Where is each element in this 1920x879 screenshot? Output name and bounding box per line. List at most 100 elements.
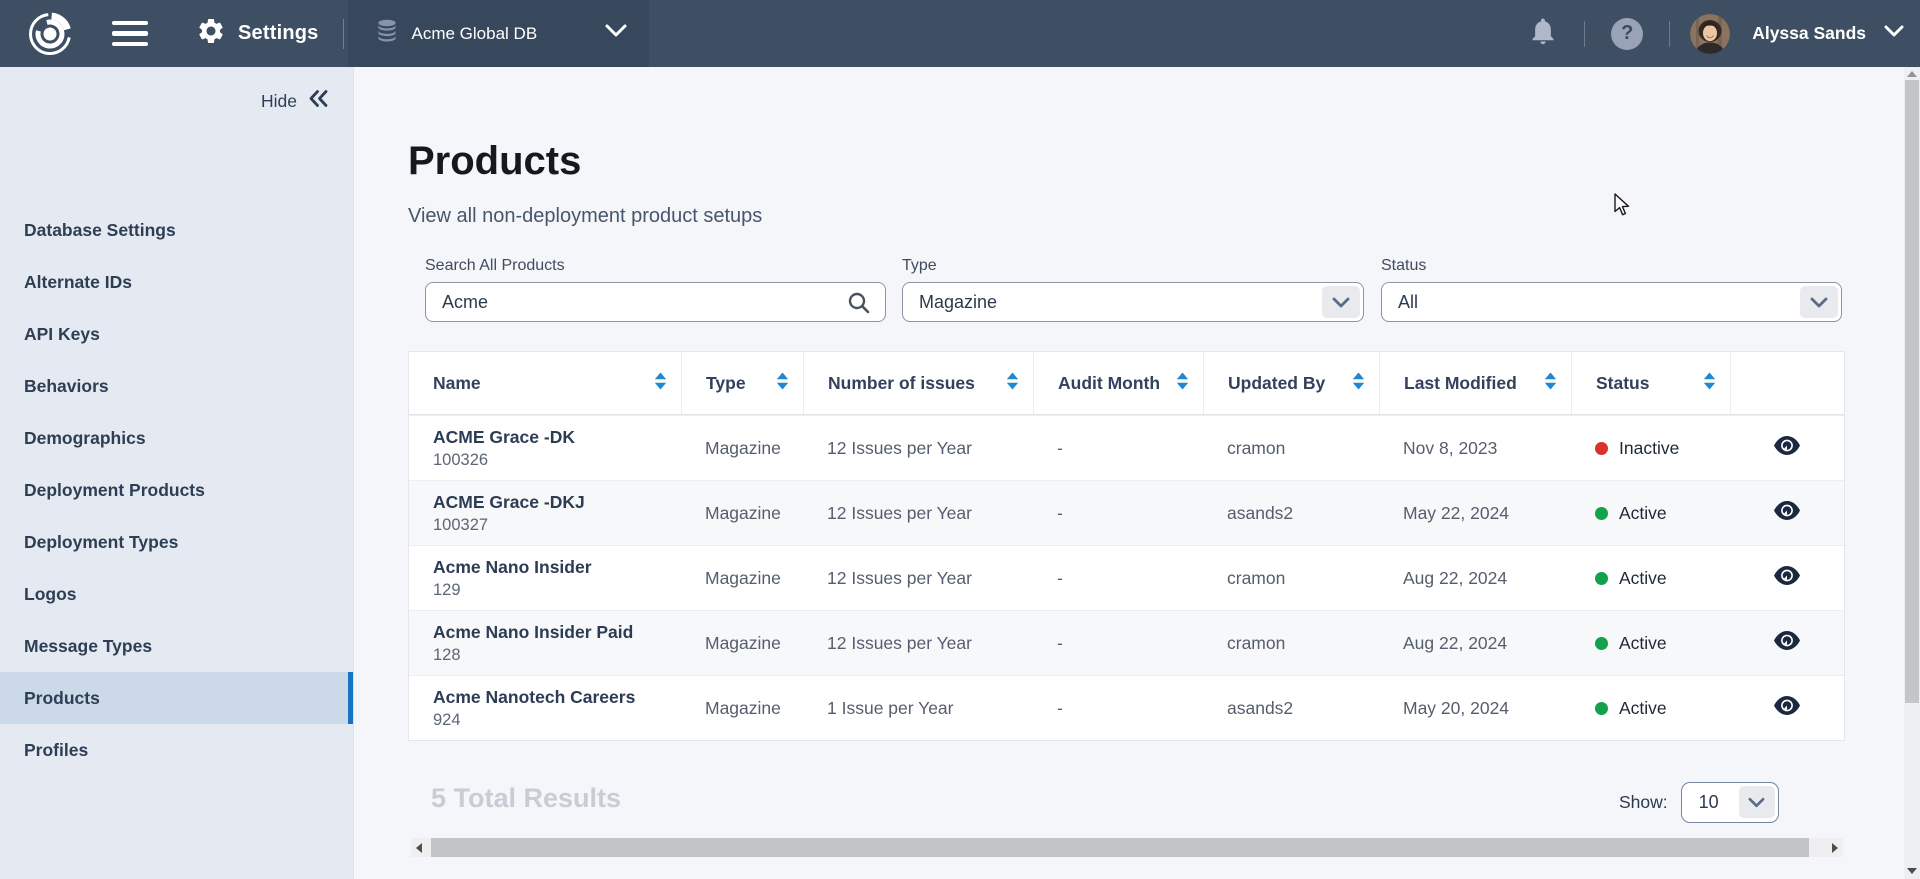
sidebar-item-demographics[interactable]: Demographics bbox=[0, 412, 353, 464]
column-header-type[interactable]: Type bbox=[681, 352, 803, 414]
hide-sidebar-button[interactable]: Hide bbox=[261, 89, 329, 113]
menu-icon[interactable] bbox=[112, 21, 148, 47]
search-icon[interactable] bbox=[846, 290, 872, 321]
database-selector[interactable]: Acme Global DB bbox=[348, 0, 650, 67]
topbar: Settings Acme Global DB ? bbox=[0, 0, 1920, 67]
products-table: NameTypeNumber of issues Audit Month Updat… bbox=[408, 351, 1845, 741]
scroll-down-icon[interactable] bbox=[1907, 868, 1917, 874]
table-header: NameTypeNumber of issues Audit Month Updat… bbox=[409, 352, 1844, 415]
cell-number-of-issues: 1 Issue per Year bbox=[803, 698, 1033, 719]
sidebar-item-behaviors[interactable]: Behaviors bbox=[0, 360, 353, 412]
cell-number-of-issues: 12 Issues per Year bbox=[803, 633, 1033, 654]
chevron-down-icon[interactable] bbox=[1800, 286, 1838, 318]
page-title: Products bbox=[408, 139, 581, 184]
table-row-acme-grace-dkj[interactable]: ACME Grace -DKJ100327Magazine12 Issues p… bbox=[409, 480, 1844, 545]
sidebar-item-database-settings[interactable]: Database Settings bbox=[0, 204, 353, 256]
vertical-scrollbar-thumb[interactable] bbox=[1905, 80, 1919, 703]
sidebar-item-profiles[interactable]: Profiles bbox=[0, 724, 353, 776]
status-text: Active bbox=[1619, 698, 1667, 719]
view-details-eye-icon[interactable] bbox=[1774, 566, 1800, 590]
product-id: 129 bbox=[433, 581, 681, 600]
table-row-acme-nano-insider-paid[interactable]: Acme Nano Insider Paid128Magazine12 Issu… bbox=[409, 610, 1844, 675]
cell-number-of-issues: 12 Issues per Year bbox=[803, 568, 1033, 589]
view-product-button[interactable] bbox=[1730, 566, 1844, 590]
page-subtitle: View all non-deployment product setups bbox=[408, 205, 762, 228]
product-id: 924 bbox=[433, 711, 681, 730]
show-label: Show: bbox=[1619, 792, 1668, 813]
chevron-down-icon[interactable] bbox=[1739, 786, 1775, 818]
horizontal-scrollbar-thumb[interactable] bbox=[431, 838, 1809, 857]
cell-status: Inactive bbox=[1571, 438, 1730, 459]
horizontal-scrollbar[interactable] bbox=[411, 838, 1843, 857]
column-label: Updated By bbox=[1228, 373, 1325, 394]
scroll-up-icon[interactable] bbox=[1907, 71, 1917, 77]
cell-type: Magazine bbox=[681, 503, 803, 524]
scroll-left-icon[interactable] bbox=[411, 838, 427, 857]
chevron-down-icon[interactable] bbox=[1322, 286, 1360, 318]
view-details-eye-icon[interactable] bbox=[1774, 631, 1800, 655]
table-row-acme-nano-insider[interactable]: Acme Nano Insider129Magazine12 Issues pe… bbox=[409, 545, 1844, 610]
sidebar-item-logos[interactable]: Logos bbox=[0, 568, 353, 620]
sidebar-item-message-types[interactable]: Message Types bbox=[0, 620, 353, 672]
help-icon[interactable]: ? bbox=[1611, 18, 1643, 50]
sort-icon[interactable] bbox=[1006, 372, 1019, 395]
sort-icon[interactable] bbox=[1544, 372, 1557, 395]
column-header-number-of-issues[interactable]: Number of issues bbox=[803, 352, 1033, 414]
status-text: Active bbox=[1619, 568, 1667, 589]
column-label: Last Modified bbox=[1404, 373, 1517, 394]
sort-icon[interactable] bbox=[776, 372, 789, 395]
column-label: Audit Month bbox=[1058, 373, 1160, 394]
sort-icon[interactable] bbox=[654, 372, 667, 395]
cell-audit-month: - bbox=[1033, 438, 1203, 459]
view-product-button[interactable] bbox=[1730, 696, 1844, 720]
sidebar-item-alternate-ids[interactable]: Alternate IDs bbox=[0, 256, 353, 308]
vertical-scrollbar[interactable] bbox=[1904, 67, 1920, 879]
status-dot bbox=[1595, 507, 1608, 520]
table-row-acme-nanotech-careers[interactable]: Acme Nanotech Careers924Magazine1 Issue … bbox=[409, 675, 1844, 740]
sidebar-item-deployment-products[interactable]: Deployment Products bbox=[0, 464, 353, 516]
view-details-eye-icon[interactable] bbox=[1774, 436, 1800, 460]
double-chevron-left-icon bbox=[307, 89, 329, 113]
product-id: 128 bbox=[433, 646, 681, 665]
product-name: Acme Nano Insider Paid bbox=[433, 622, 681, 643]
cell-status: Active bbox=[1571, 568, 1730, 589]
avatar[interactable] bbox=[1690, 14, 1730, 54]
sort-icon[interactable] bbox=[1352, 372, 1365, 395]
divider bbox=[343, 19, 344, 49]
cell-type: Magazine bbox=[681, 438, 803, 459]
type-select[interactable]: Magazine bbox=[902, 282, 1364, 322]
sort-icon[interactable] bbox=[1176, 372, 1189, 395]
product-name: ACME Grace -DKJ bbox=[433, 492, 681, 513]
sort-icon[interactable] bbox=[1703, 372, 1716, 395]
status-select[interactable]: All bbox=[1381, 282, 1842, 322]
column-header-audit-month[interactable]: Audit Month bbox=[1033, 352, 1203, 414]
view-details-eye-icon[interactable] bbox=[1774, 696, 1800, 720]
chevron-down-icon[interactable] bbox=[1884, 25, 1904, 43]
database-icon bbox=[374, 18, 400, 49]
cell-status: Active bbox=[1571, 698, 1730, 719]
table-row-acme-grace-dk[interactable]: ACME Grace -DK100326Magazine12 Issues pe… bbox=[409, 415, 1844, 480]
view-product-button[interactable] bbox=[1730, 631, 1844, 655]
sidebar: Hide Database SettingsAlternate IDsAPI K… bbox=[0, 67, 354, 879]
sidebar-item-api-keys[interactable]: API Keys bbox=[0, 308, 353, 360]
main-content: Products View all non-deployment product… bbox=[354, 67, 1904, 879]
view-details-eye-icon[interactable] bbox=[1774, 501, 1800, 525]
column-header-status[interactable]: Status bbox=[1571, 352, 1730, 414]
sidebar-item-products[interactable]: Products bbox=[0, 672, 353, 724]
page-size-select[interactable]: 10 bbox=[1681, 782, 1779, 823]
sidebar-item-deployment-types[interactable]: Deployment Types bbox=[0, 516, 353, 568]
cell-audit-month: - bbox=[1033, 633, 1203, 654]
status-dot bbox=[1595, 637, 1608, 650]
cell-number-of-issues: 12 Issues per Year bbox=[803, 503, 1033, 524]
app-section-title: Settings bbox=[238, 22, 319, 45]
search-input[interactable] bbox=[426, 292, 885, 313]
view-product-button[interactable] bbox=[1730, 436, 1844, 460]
column-header-last-modified[interactable]: Last Modified bbox=[1379, 352, 1571, 414]
column-header-name[interactable]: Name bbox=[409, 352, 681, 414]
view-product-button[interactable] bbox=[1730, 501, 1844, 525]
notifications-bell-icon[interactable] bbox=[1528, 15, 1558, 52]
column-header-updated-by[interactable]: Updated By bbox=[1203, 352, 1379, 414]
status-text: Inactive bbox=[1619, 438, 1679, 459]
brand-logo-icon[interactable] bbox=[28, 12, 72, 56]
scroll-right-icon[interactable] bbox=[1827, 838, 1843, 857]
